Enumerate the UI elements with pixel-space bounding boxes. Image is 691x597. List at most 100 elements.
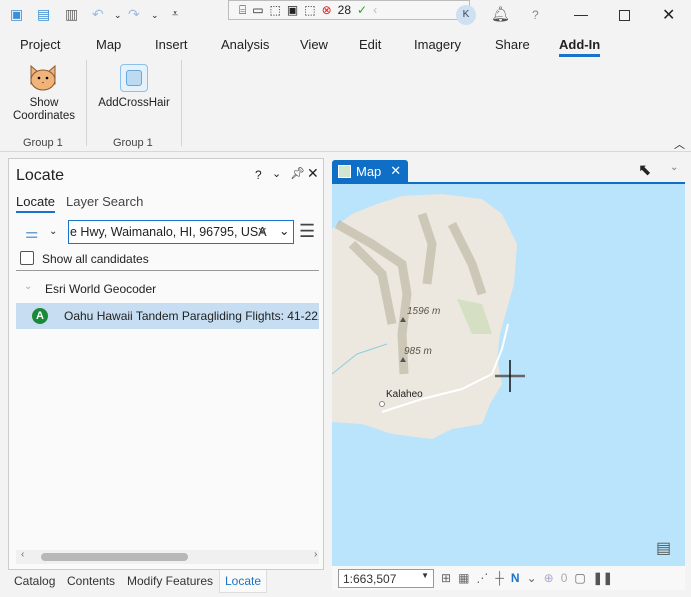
map-tab[interactable]: Map ✕	[332, 160, 408, 182]
map-pane: Map ✕ ⬉ ⌄ 1596 m 985 m Kalaheo ▤ 1:663,5…	[330, 158, 685, 592]
clear-selection-icon[interactable]: ▢	[574, 571, 585, 585]
group-label: Group 1	[23, 137, 63, 149]
cursor-icon: ⬉	[638, 162, 652, 179]
tab-modify-features[interactable]: Modify Features	[127, 574, 213, 588]
snapping-icon[interactable]: ⋰	[476, 571, 488, 585]
map-icon	[338, 164, 351, 178]
help-icon[interactable]: ?	[255, 168, 262, 182]
divider	[0, 151, 691, 152]
town-label: Kalaheo	[386, 389, 423, 400]
show-coordinates-label-1: Show	[29, 97, 59, 109]
show-coordinates-button[interactable]: Show Coordinates	[6, 97, 82, 123]
scrollbar-thumb[interactable]	[41, 553, 188, 561]
tab-layer-search[interactable]: Layer Search	[66, 194, 143, 209]
crosshair-icon[interactable]	[120, 64, 148, 92]
show-all-checkbox[interactable]	[20, 251, 34, 265]
tab-contents[interactable]: Contents	[67, 574, 115, 588]
result-badge: A	[32, 308, 48, 324]
avatar[interactable]: K	[456, 5, 476, 25]
north-arrow-icon[interactable]: N	[511, 571, 520, 585]
open-project-icon[interactable]: ▤	[37, 6, 50, 23]
pause-icon[interactable]: ❚❚	[593, 571, 613, 585]
tab-catalog[interactable]: Catalog	[14, 574, 55, 588]
scale-select[interactable]: 1:663,507 ▼	[338, 568, 434, 588]
close-icon[interactable]: ✕	[307, 165, 319, 182]
tab-locate-bottom[interactable]: Locate	[219, 570, 268, 593]
tab-add-in[interactable]: Add-In	[559, 37, 601, 57]
zoom-selected-icon[interactable]: ⊕	[544, 571, 554, 585]
settings-sliders-icon[interactable]: ⚌	[25, 224, 38, 242]
close-icon[interactable]: ✕	[390, 163, 401, 179]
record-icon[interactable]: ▭	[252, 3, 263, 17]
result-label: Oahu Hawaii Tandem Paragliding Flights: …	[64, 309, 319, 323]
expand-icon[interactable]: ⌄	[24, 281, 32, 292]
select-region-icon[interactable]: ⬚	[304, 3, 315, 17]
selection-count: 0	[560, 571, 568, 585]
tab-analysis[interactable]: Analysis	[221, 37, 269, 52]
search-input[interactable]: e Hwy, Waimanalo, HI, 96795, USA ✕ ⌄	[68, 220, 294, 244]
frame-icon[interactable]: ▣	[287, 3, 298, 17]
undo-icon[interactable]: ↶	[92, 6, 104, 23]
locate-pane: Locate ? ⌄ 📌︎ ✕ Locate Layer Search ⚌ ⌄ …	[8, 158, 324, 570]
divider	[16, 270, 319, 271]
pane-title: Locate	[16, 167, 65, 184]
error-icon[interactable]: ⊗	[322, 3, 332, 17]
close-button[interactable]: ✕	[662, 5, 675, 25]
chevron-down-icon[interactable]: ⌄	[272, 167, 281, 180]
geocoder-label: Esri World Geocoder	[45, 282, 157, 296]
group-label: Group 1	[113, 137, 153, 149]
chevron-down-icon[interactable]: ⌄	[670, 162, 678, 173]
add-crosshair-button[interactable]: AddCrossHair	[96, 97, 172, 109]
chevron-down-icon[interactable]: ⌄	[279, 223, 289, 238]
peak-label: 985 m	[404, 346, 432, 357]
back-icon[interactable]: ‹	[373, 3, 377, 17]
attribution-icon[interactable]: ▤	[656, 538, 671, 558]
tab-locate[interactable]: Locate	[16, 194, 56, 213]
menu-icon[interactable]: ☰	[299, 221, 315, 242]
pin-icon[interactable]: 📌︎	[290, 166, 305, 180]
show-all-label: Show all candidates	[42, 252, 149, 266]
tab-share[interactable]: Share	[495, 37, 530, 52]
result-row[interactable]: A Oahu Hawaii Tandem Paragliding Flights…	[16, 303, 319, 329]
chevron-down-icon[interactable]: ⌄	[49, 226, 57, 237]
save-icon[interactable]: ▥	[65, 6, 78, 23]
chevron-down-icon[interactable]: ⌄	[114, 10, 122, 21]
help-icon[interactable]: ?	[532, 8, 539, 22]
maximize-button[interactable]	[619, 10, 630, 21]
divider	[86, 60, 87, 146]
tab-map[interactable]: Map	[96, 37, 121, 52]
debug-icon[interactable]: ⌸	[239, 3, 246, 18]
show-coordinates-label-2: Coordinates	[12, 110, 75, 122]
island-shape	[332, 194, 525, 439]
horizontal-scrollbar[interactable]: ‹ ›	[16, 549, 319, 564]
redo-icon[interactable]: ↷	[128, 6, 140, 23]
bell-icon[interactable]: 🔔︎	[491, 5, 510, 23]
new-project-icon[interactable]: ▣	[10, 6, 23, 23]
chevron-down-icon[interactable]: ⌄	[151, 10, 159, 21]
scale-value: 1:663,507	[343, 571, 397, 586]
check-icon[interactable]: ✓	[357, 3, 367, 17]
minimize-button[interactable]: —	[574, 6, 588, 22]
chevron-down-icon[interactable]: ⌄	[527, 571, 537, 585]
select-icon[interactable]: ⬚	[270, 3, 281, 17]
error-count: 28	[337, 3, 351, 17]
grid-add-icon[interactable]: ⊞	[441, 571, 451, 585]
floating-toolbar: ⌸ ▭ ⬚ ▣ ⬚ ⊗ 28 ✓ ‹	[228, 0, 470, 20]
peak-label: 1596 m	[407, 306, 441, 317]
collapse-ribbon-icon[interactable]: ︿	[674, 136, 685, 152]
map-tab-label: Map	[356, 163, 382, 179]
tab-edit[interactable]: Edit	[359, 37, 381, 52]
search-input-value: e Hwy, Waimanalo, HI, 96795, USA	[70, 225, 267, 239]
cat-icon[interactable]	[27, 62, 59, 94]
tab-project[interactable]: Project	[20, 37, 60, 52]
tab-imagery[interactable]: Imagery	[414, 37, 461, 52]
tab-insert[interactable]: Insert	[155, 37, 188, 52]
divider	[181, 60, 182, 146]
guides-icon[interactable]: ┼	[495, 571, 504, 585]
clear-icon[interactable]: ✕	[257, 224, 267, 239]
table-icon[interactable]: ▦	[458, 571, 469, 585]
map-status-bar: 1:663,507 ▼ ⊞ ▦ ⋰ ┼ N ⌄ ⊕ 0 ▢ ❚❚	[332, 566, 685, 590]
customize-icon[interactable]: ⩡	[172, 8, 178, 21]
tab-view[interactable]: View	[300, 37, 328, 52]
map-view[interactable]: 1596 m 985 m Kalaheo ▤	[332, 182, 685, 566]
